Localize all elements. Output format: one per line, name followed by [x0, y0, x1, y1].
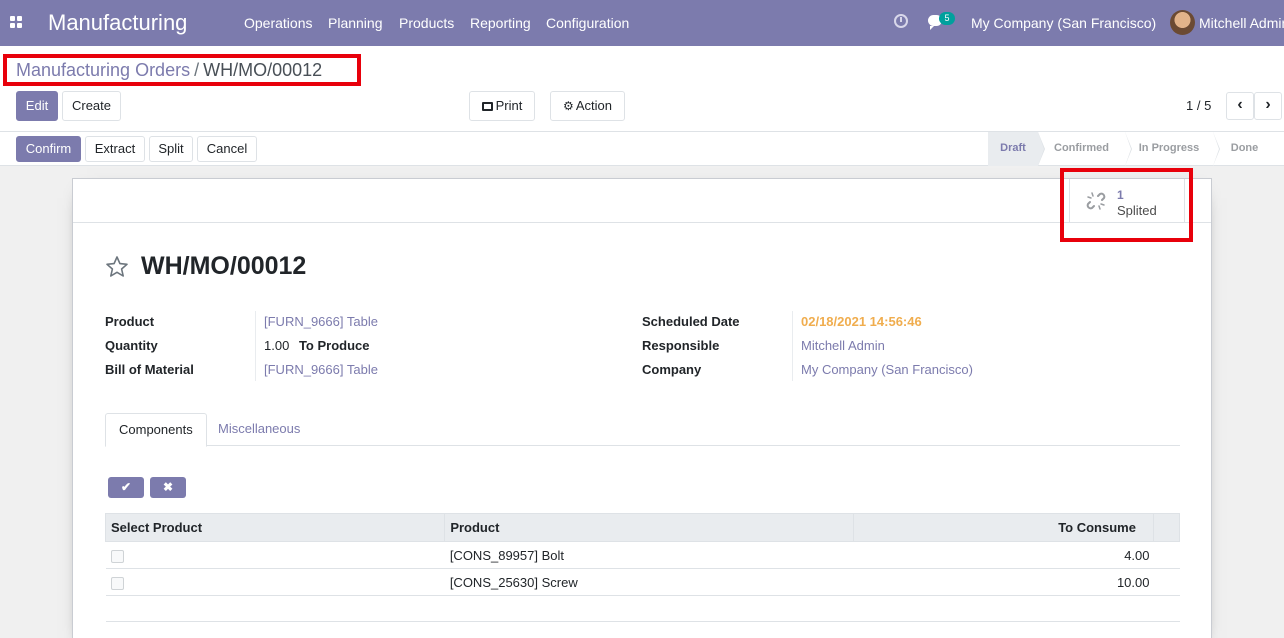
responsible-label: Responsible: [642, 338, 720, 353]
select-all-button[interactable]: ✔: [108, 477, 144, 498]
notebook-tabs: Components Miscellaneous: [105, 413, 1180, 447]
quantity-label: Quantity: [105, 338, 158, 353]
row-to-consume: 4.00: [853, 541, 1180, 569]
x-icon: ✖: [162, 480, 174, 494]
action-label: Action: [575, 98, 612, 113]
product-label: Product: [105, 314, 155, 329]
quantity-value: 1.00: [264, 338, 290, 353]
form-sheet: 1 Splited WH/MO/00012 Product Quantity B…: [72, 178, 1212, 638]
smart-button-highlight: [1060, 168, 1193, 242]
gear-icon: ⚙: [563, 99, 574, 113]
row-product: [CONS_89957] Bolt: [444, 541, 854, 569]
table-empty-row: [105, 595, 1180, 622]
top-navbar: Manufacturing Operations Planning Produc…: [0, 0, 1284, 46]
extract-button[interactable]: Extract: [85, 136, 145, 162]
quantity-field: 1.00 To Produce: [264, 338, 369, 353]
printer-icon: [481, 102, 493, 111]
user-menu[interactable]: Mitchell Admin: [1199, 15, 1284, 31]
star-outline-icon[interactable]: [105, 255, 129, 279]
company-label: Company: [642, 362, 702, 377]
edit-button[interactable]: Edit: [16, 91, 58, 121]
company-switcher[interactable]: My Company (San Francisco): [971, 15, 1156, 31]
table-header-row: Select Product Product To Consume: [104, 513, 1181, 542]
tab-miscellaneous[interactable]: Miscellaneous: [205, 413, 313, 446]
company-field[interactable]: My Company (San Francisco): [801, 362, 973, 377]
scheduled-date-label: Scheduled Date: [642, 314, 740, 329]
row-select-cell: [105, 541, 445, 569]
row-checkbox[interactable]: [110, 576, 124, 590]
bom-label: Bill of Material: [105, 362, 194, 377]
menu-operations[interactable]: Operations: [244, 15, 312, 31]
status-step-draft: Draft: [988, 132, 1045, 166]
chevron-left-icon: ‹: [1237, 96, 1243, 113]
header-to-consume[interactable]: To Consume: [852, 513, 1154, 542]
deselect-all-button[interactable]: ✖: [150, 477, 186, 498]
statusbar: Confirm Extract Split Cancel Draft Confi…: [0, 132, 1284, 166]
label-separator: [792, 311, 793, 381]
split-button[interactable]: Split: [149, 136, 193, 162]
row-to-consume: 10.00: [853, 568, 1180, 596]
header-product[interactable]: Product: [444, 513, 854, 542]
activity-clock-icon[interactable]: [894, 14, 908, 28]
row-select-cell: [105, 568, 445, 596]
responsible-field[interactable]: Mitchell Admin: [801, 338, 885, 353]
pager-next-button[interactable]: ›: [1254, 92, 1282, 120]
scheduled-date-field: 02/18/2021 14:56:46: [801, 314, 922, 329]
print-label: Print: [495, 98, 523, 113]
table-row[interactable]: [CONS_25630] Screw 10.00: [105, 568, 1180, 596]
header-select-product[interactable]: Select Product: [104, 513, 446, 542]
record-title: WH/MO/00012: [141, 252, 307, 280]
check-icon: ✔: [120, 480, 132, 494]
create-button[interactable]: Create: [62, 91, 121, 121]
action-button[interactable]: ⚙ Action: [550, 91, 625, 121]
label-separator: [255, 311, 256, 381]
apps-grid-icon[interactable]: [10, 16, 23, 29]
tab-components[interactable]: Components: [105, 413, 207, 447]
status-steps: Draft Confirmed In Progress Done: [988, 132, 1276, 166]
status-step-done[interactable]: Done: [1213, 132, 1276, 166]
to-produce-label: To Produce: [298, 338, 370, 353]
status-step-in-progress[interactable]: In Progress: [1125, 132, 1220, 166]
product-field[interactable]: [FURN_9666] Table: [264, 314, 378, 329]
menu-planning[interactable]: Planning: [328, 15, 383, 31]
pager-value[interactable]: 1 / 5: [1186, 98, 1211, 113]
bom-field[interactable]: [FURN_9666] Table: [264, 362, 378, 377]
table-row[interactable]: [CONS_89957] Bolt 4.00: [105, 541, 1180, 569]
menu-reporting[interactable]: Reporting: [470, 15, 531, 31]
row-checkbox[interactable]: [110, 549, 124, 563]
chat-count-badge: 5: [939, 12, 955, 25]
menu-configuration[interactable]: Configuration: [546, 15, 629, 31]
chevron-right-icon: ›: [1265, 96, 1271, 113]
breadcrumb-highlight: [3, 54, 361, 86]
header-spacer: [1152, 513, 1181, 542]
print-button[interactable]: Print: [469, 91, 535, 121]
menu-products[interactable]: Products: [399, 15, 454, 31]
smart-button-box: 1 Splited: [73, 179, 1211, 223]
cancel-button[interactable]: Cancel: [197, 136, 257, 162]
app-brand[interactable]: Manufacturing: [48, 10, 187, 36]
pager-previous-button[interactable]: ‹: [1226, 92, 1254, 120]
components-table: Select Product Product To Consume [CONS_…: [104, 513, 1181, 622]
confirm-button[interactable]: Confirm: [16, 136, 81, 162]
avatar[interactable]: [1170, 10, 1195, 35]
row-product: [CONS_25630] Screw: [444, 568, 854, 596]
status-step-confirmed[interactable]: Confirmed: [1038, 132, 1132, 166]
